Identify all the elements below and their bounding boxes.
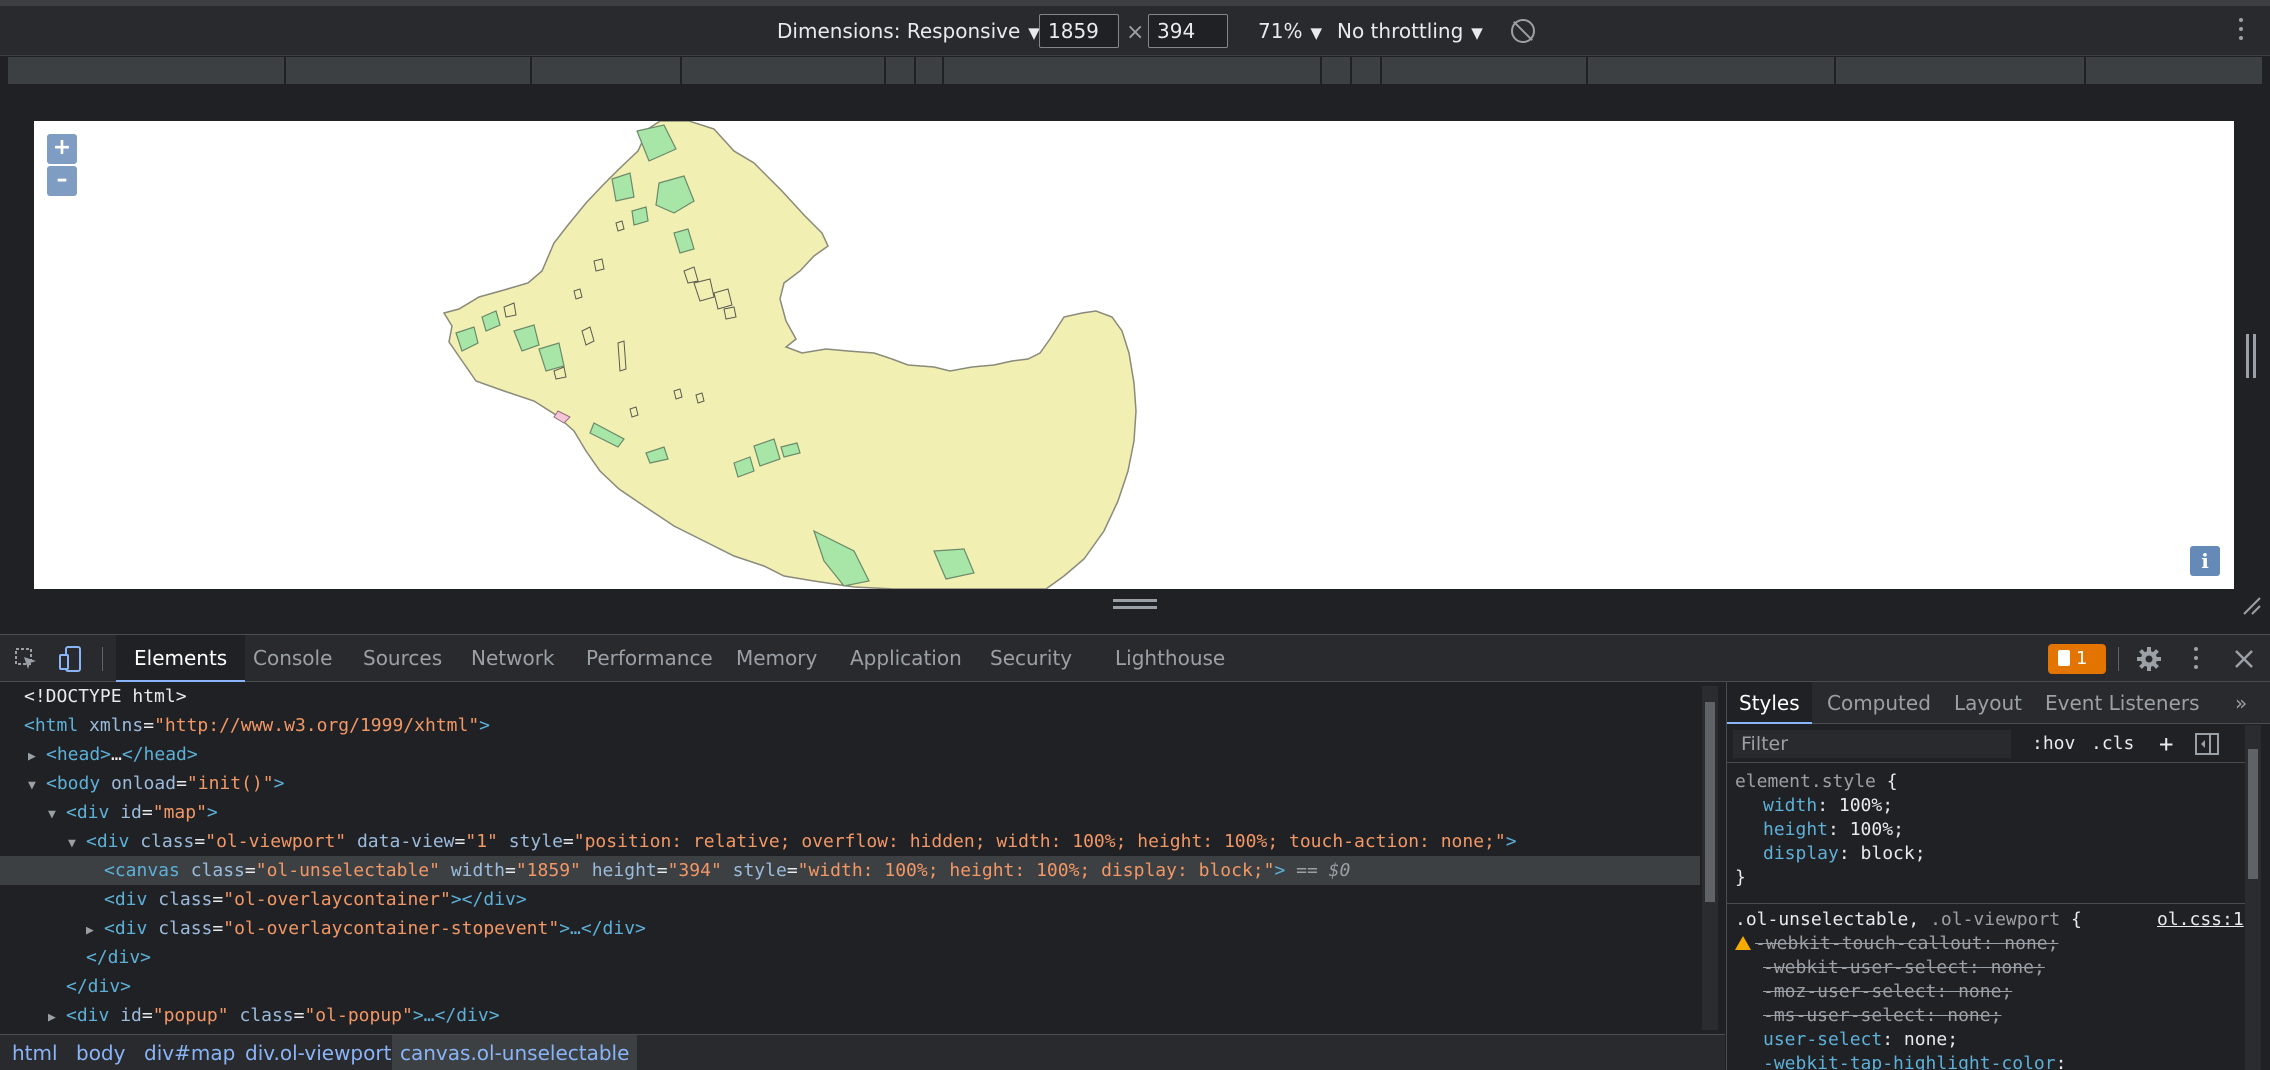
- css-declaration-overridden[interactable]: -webkit-touch-callout: none;: [1735, 932, 2058, 956]
- more-tabs-icon[interactable]: »: [2235, 682, 2247, 724]
- resize-handle-right[interactable]: [2246, 334, 2256, 378]
- dom-node-doctype[interactable]: <!DOCTYPE html>: [0, 682, 1700, 711]
- rule-close-brace: }: [1735, 867, 1746, 888]
- issues-badge[interactable]: 1: [2048, 644, 2106, 674]
- styles-sidebar: Styles Computed Layout Event Listeners »…: [1726, 682, 2270, 1070]
- css-declaration-overridden[interactable]: -moz-user-select: none;: [1763, 980, 2012, 1004]
- css-declaration[interactable]: -webkit-tap-highlight-color:: [1763, 1052, 2066, 1070]
- hover-state-toggle[interactable]: :hov: [2032, 725, 2075, 763]
- styles-filter-input[interactable]: Filter: [1733, 730, 2011, 758]
- new-rule-button[interactable]: +: [2159, 725, 2173, 763]
- styles-tabbar: Styles Computed Layout Event Listeners »: [1727, 682, 2270, 724]
- tab-network[interactable]: Network: [471, 635, 555, 682]
- settings-gear-icon[interactable]: [2136, 646, 2162, 672]
- toolbar-separator: [2118, 647, 2119, 671]
- dom-node-canvas-selected[interactable]: <canvas class="ol-unselectable" width="1…: [0, 856, 1700, 885]
- toggle-sidebar-icon[interactable]: [2195, 733, 2219, 755]
- breadcrumb-html[interactable]: html: [12, 1035, 58, 1070]
- zoom-out-button[interactable]: –: [47, 166, 77, 196]
- css-declaration-overridden[interactable]: -ms-user-select: none;: [1763, 1004, 2001, 1028]
- devtools-window: Dimensions: Responsive ▼ 1859 × 394 71% ▼ …: [0, 0, 2270, 1070]
- css-declaration[interactable]: height: 100%;: [1763, 818, 1904, 842]
- devtools-tabbar: Elements Console Sources Network Perform…: [0, 634, 2270, 682]
- dom-node-div-map[interactable]: ▼ <div id="map">: [0, 798, 1700, 827]
- elements-scrollbar[interactable]: [1702, 686, 1718, 1030]
- breadcrumb-div-ol-viewport[interactable]: div.ol-viewport: [245, 1035, 391, 1070]
- dom-node-overlaycontainer-stopevent[interactable]: ▶ <div class="ol-overlaycontainer-stopeve…: [0, 914, 1700, 943]
- zoom-control: + –: [47, 134, 77, 198]
- css-declaration[interactable]: display: block;: [1763, 842, 1926, 866]
- width-input[interactable]: 1859: [1039, 14, 1119, 48]
- issues-count: 1: [2076, 648, 2088, 669]
- issue-flag-icon: [2058, 650, 2070, 666]
- device-toolbar-toggle-icon[interactable]: [58, 645, 84, 673]
- class-toggle[interactable]: .cls: [2091, 725, 2134, 763]
- tab-event-listeners[interactable]: Event Listeners: [2045, 682, 2200, 724]
- warning-icon: [1735, 936, 1751, 950]
- tab-console[interactable]: Console: [253, 635, 332, 682]
- ol-unselectable-rule[interactable]: .ol-unselectable, .ol-viewport {ol.css:1: [1735, 908, 2245, 932]
- stylesheet-link[interactable]: ol.css:1: [2157, 908, 2244, 932]
- dom-node-popup[interactable]: ▶ <div id="popup" class="ol-popup">…</div…: [0, 1001, 1700, 1030]
- css-declaration[interactable]: width: 100%;: [1763, 794, 1893, 818]
- breadcrumb-body[interactable]: body: [76, 1035, 125, 1070]
- height-input[interactable]: 394: [1148, 14, 1228, 48]
- dom-node-close-div[interactable]: </div>: [0, 943, 1700, 972]
- tab-layout[interactable]: Layout: [1954, 682, 2022, 724]
- attribution-info-button[interactable]: i: [2190, 546, 2220, 576]
- dom-node-body[interactable]: ▼ <body onload="init()">: [0, 769, 1700, 798]
- map-canvas[interactable]: + – i: [34, 121, 2234, 589]
- zoom-label: 71%: [1258, 19, 1303, 43]
- tab-lighthouse[interactable]: Lighthouse: [1115, 635, 1225, 682]
- tab-performance[interactable]: Performance: [586, 635, 713, 682]
- element-style-rule[interactable]: element.style {: [1735, 770, 1898, 794]
- dimensions-label: Dimensions: Responsive: [777, 19, 1021, 43]
- chevron-down-icon: ▼: [1471, 24, 1483, 42]
- dom-node-html[interactable]: <html xmlns="http://www.w3.org/1999/xhtm…: [0, 711, 1700, 740]
- breadcrumb-canvas[interactable]: canvas.ol-unselectable: [392, 1035, 638, 1070]
- tab-application[interactable]: Application: [850, 635, 962, 682]
- dom-node-close-div[interactable]: </div>: [0, 972, 1700, 1001]
- customize-devtools-icon[interactable]: [2193, 647, 2199, 673]
- dom-node-head[interactable]: ▶ <head>…</head>: [0, 740, 1700, 769]
- elements-dom-tree[interactable]: <!DOCTYPE html> <html xmlns="http://www.…: [0, 682, 1725, 1034]
- map-features: [442, 121, 1137, 589]
- zoom-in-button[interactable]: +: [47, 134, 77, 164]
- css-declaration[interactable]: user-select: none;: [1763, 1028, 1958, 1052]
- device-toolbar: Dimensions: Responsive ▼ 1859 × 394 71% ▼ …: [0, 6, 2270, 56]
- close-icon[interactable]: [2232, 647, 2256, 671]
- inspect-element-icon[interactable]: [14, 647, 38, 671]
- dom-node-ol-viewport[interactable]: ▼ <div class="ol-viewport" data-view="1" …: [0, 827, 1700, 856]
- dom-node-overlaycontainer[interactable]: <div class="ol-overlaycontainer"></div>: [0, 885, 1700, 914]
- tab-elements[interactable]: Elements: [116, 635, 246, 682]
- breadcrumb-div-map[interactable]: div#map: [144, 1035, 235, 1070]
- times-symbol: ×: [1126, 20, 1145, 45]
- more-options-icon[interactable]: [2238, 18, 2244, 44]
- tab-memory[interactable]: Memory: [736, 635, 817, 682]
- tab-styles[interactable]: Styles: [1727, 682, 1812, 724]
- styles-scrollbar[interactable]: [2245, 725, 2261, 1070]
- dimensions-dropdown[interactable]: Dimensions: Responsive ▼: [777, 6, 1040, 56]
- resize-handle-corner[interactable]: [2240, 594, 2262, 616]
- tab-computed[interactable]: Computed: [1827, 682, 1931, 724]
- chevron-down-icon: ▼: [1310, 24, 1322, 42]
- tab-sources[interactable]: Sources: [363, 635, 442, 682]
- media-query-ruler[interactable]: [8, 57, 2262, 84]
- resize-handle-bottom[interactable]: [1113, 599, 1157, 609]
- styles-filter-bar: Filter :hov .cls +: [1727, 725, 2247, 763]
- rotate-icon[interactable]: [1511, 19, 1535, 43]
- rule-divider: [1727, 903, 2245, 904]
- throttling-dropdown[interactable]: No throttling ▼: [1337, 6, 1483, 56]
- css-declaration-overridden[interactable]: -webkit-user-select: none;: [1763, 956, 2045, 980]
- zoom-dropdown[interactable]: 71% ▼: [1258, 6, 1322, 56]
- toolbar-separator: [102, 647, 103, 671]
- breadcrumb: html body div#map div.ol-viewport canvas…: [0, 1034, 1725, 1070]
- throttling-label: No throttling: [1337, 19, 1464, 43]
- device-viewport: + – i: [0, 84, 2270, 624]
- tab-security[interactable]: Security: [990, 635, 1072, 682]
